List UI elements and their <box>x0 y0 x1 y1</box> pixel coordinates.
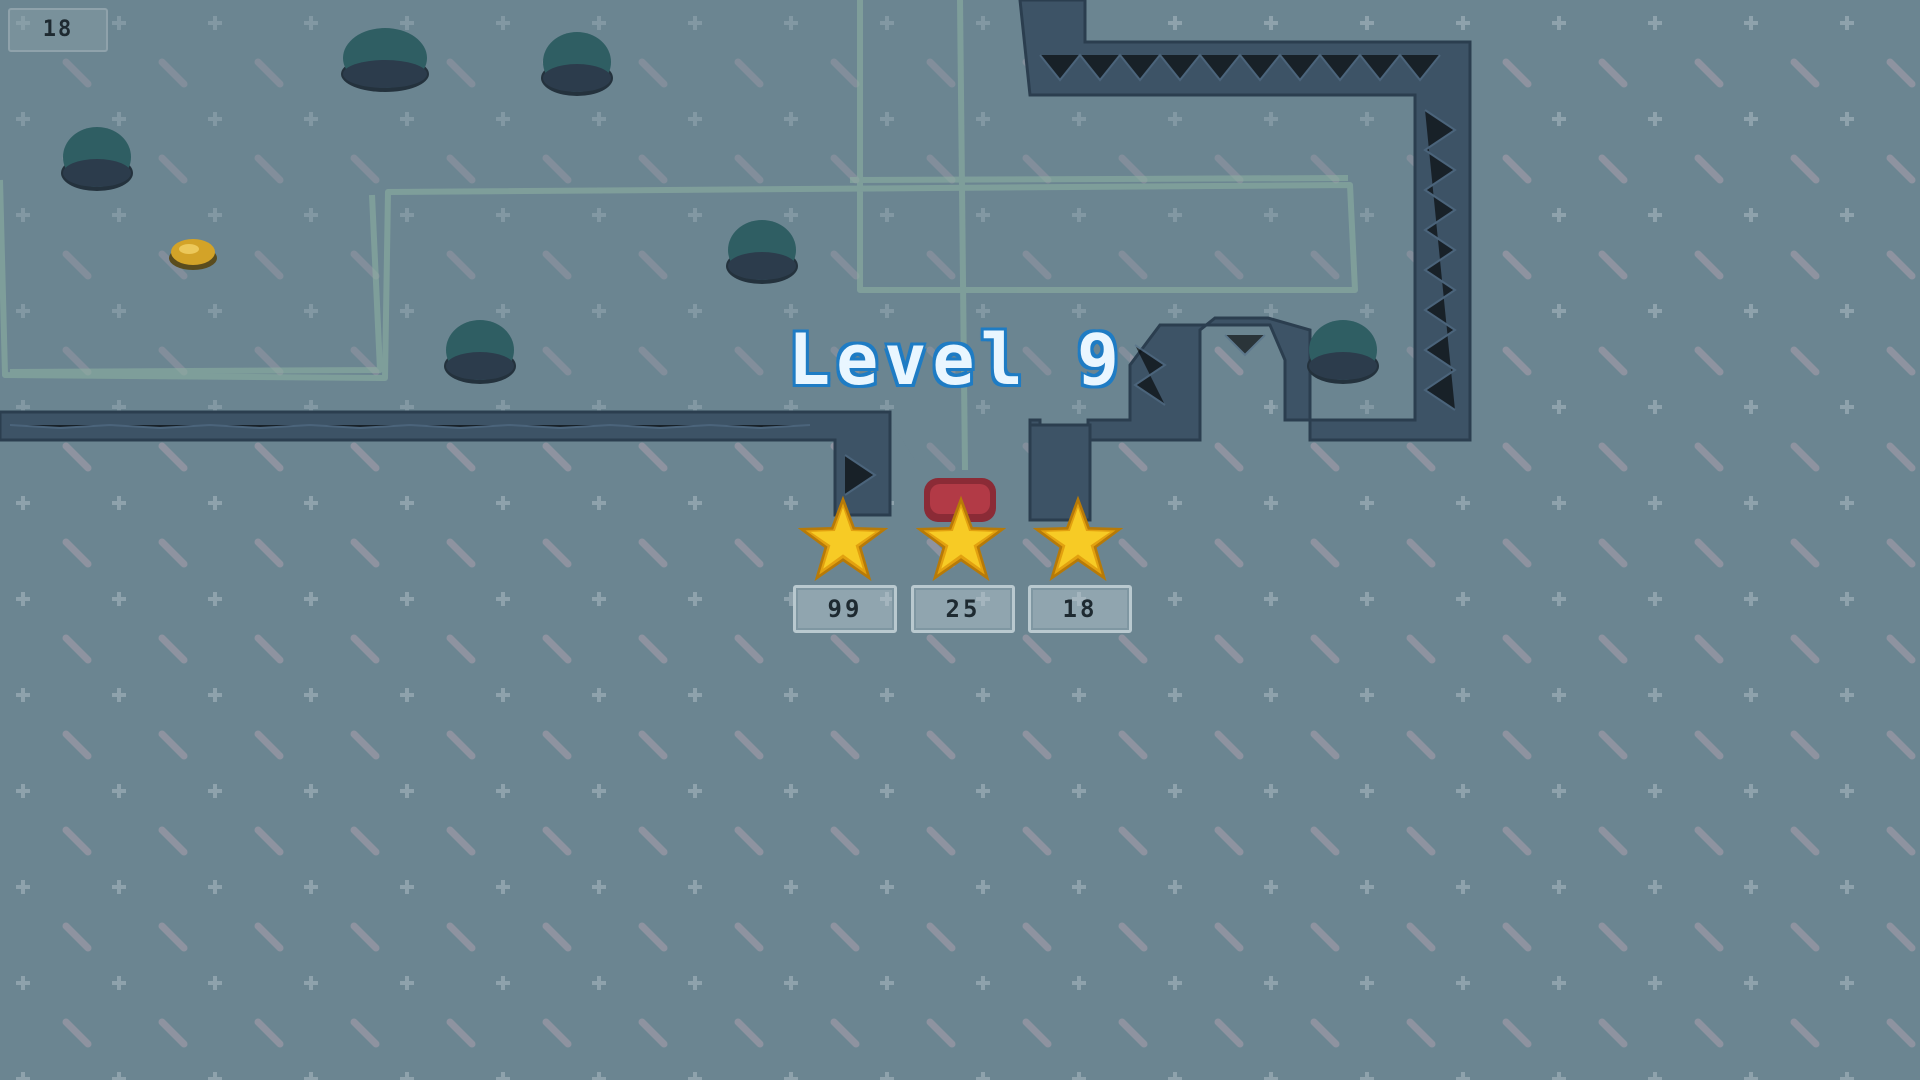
star-score-3: 18 <box>1028 585 1132 633</box>
star-slot-2: 25 <box>911 495 1015 635</box>
star-icon <box>798 495 888 582</box>
star-icon <box>916 495 1006 582</box>
star-score-1: 99 <box>793 585 897 633</box>
level-title: Level 9 <box>788 319 1126 401</box>
star-slot-1: 99 <box>793 495 897 635</box>
star-slot-3: 18 <box>1028 495 1132 635</box>
move-counter: 18 <box>8 8 108 52</box>
gold-gem-icon <box>169 239 217 270</box>
star-score-2: 25 <box>911 585 1015 633</box>
star-icon <box>1033 495 1123 582</box>
